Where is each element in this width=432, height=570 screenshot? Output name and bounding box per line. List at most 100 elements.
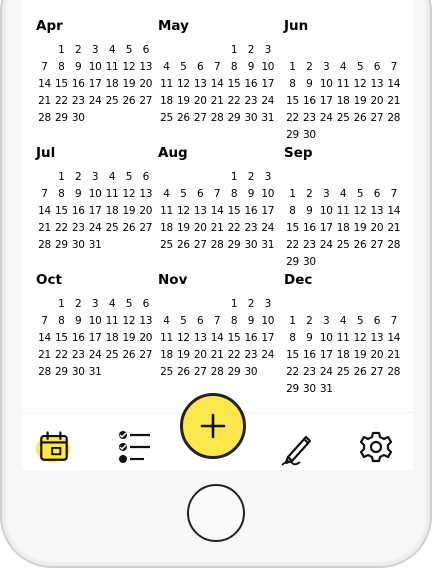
day-cell[interactable]: 26: [352, 237, 369, 254]
day-cell[interactable]: 28: [36, 110, 53, 127]
day-cell[interactable]: 26: [120, 220, 137, 237]
day-cell[interactable]: 21: [209, 93, 226, 110]
day-cell[interactable]: 9: [70, 313, 87, 330]
day-cell[interactable]: 30: [70, 364, 87, 381]
day-cell[interactable]: 2: [301, 186, 318, 203]
day-cell[interactable]: 10: [259, 59, 276, 76]
day-cell[interactable]: 13: [137, 59, 154, 76]
day-cell[interactable]: 15: [53, 76, 70, 93]
day-cell[interactable]: 10: [87, 186, 104, 203]
day-cell[interactable]: 17: [259, 76, 276, 93]
day-cell[interactable]: 5: [175, 313, 192, 330]
day-cell[interactable]: 11: [335, 330, 352, 347]
day-cell[interactable]: 6: [368, 313, 385, 330]
day-cell[interactable]: 11: [158, 203, 175, 220]
day-cell[interactable]: 10: [259, 186, 276, 203]
day-cell[interactable]: 10: [318, 76, 335, 93]
day-cell[interactable]: 28: [209, 110, 226, 127]
day-cell[interactable]: 13: [137, 313, 154, 330]
day-cell[interactable]: 18: [104, 76, 121, 93]
day-cell[interactable]: 18: [335, 93, 352, 110]
day-cell[interactable]: 16: [242, 76, 259, 93]
day-cell[interactable]: 22: [284, 110, 301, 127]
tab-tasks[interactable]: [114, 427, 154, 467]
day-cell[interactable]: 16: [242, 203, 259, 220]
tab-settings[interactable]: [356, 427, 396, 467]
day-cell[interactable]: 26: [120, 93, 137, 110]
day-cell[interactable]: 12: [175, 203, 192, 220]
day-cell[interactable]: 23: [301, 364, 318, 381]
day-cell[interactable]: 6: [192, 59, 209, 76]
day-cell[interactable]: 24: [87, 93, 104, 110]
day-cell[interactable]: 26: [352, 364, 369, 381]
day-cell[interactable]: 8: [226, 313, 243, 330]
day-cell[interactable]: 5: [352, 186, 369, 203]
day-cell[interactable]: 8: [284, 330, 301, 347]
day-cell[interactable]: 29: [53, 110, 70, 127]
day-cell[interactable]: 23: [242, 347, 259, 364]
day-cell[interactable]: 17: [87, 203, 104, 220]
day-cell[interactable]: 15: [226, 203, 243, 220]
day-cell[interactable]: 4: [335, 313, 352, 330]
tab-notes[interactable]: [278, 427, 318, 467]
day-cell[interactable]: 23: [70, 93, 87, 110]
day-cell[interactable]: 29: [284, 381, 301, 398]
day-cell[interactable]: 27: [192, 364, 209, 381]
day-cell[interactable]: 19: [352, 347, 369, 364]
day-cell[interactable]: 21: [209, 347, 226, 364]
day-cell[interactable]: 18: [335, 347, 352, 364]
day-cell[interactable]: 28: [36, 237, 53, 254]
day-cell[interactable]: 1: [284, 313, 301, 330]
day-cell[interactable]: 30: [242, 110, 259, 127]
day-cell[interactable]: 29: [53, 237, 70, 254]
day-cell[interactable]: 30: [301, 254, 318, 271]
day-cell[interactable]: 29: [226, 237, 243, 254]
day-cell[interactable]: 17: [318, 220, 335, 237]
day-cell[interactable]: 2: [70, 42, 87, 59]
day-cell[interactable]: 11: [158, 330, 175, 347]
day-cell[interactable]: 16: [242, 330, 259, 347]
day-cell[interactable]: 18: [158, 93, 175, 110]
day-cell[interactable]: 31: [318, 381, 335, 398]
day-cell[interactable]: 28: [385, 237, 402, 254]
day-cell[interactable]: 7: [36, 59, 53, 76]
day-cell[interactable]: 31: [259, 110, 276, 127]
day-cell[interactable]: 31: [259, 237, 276, 254]
day-cell[interactable]: 27: [137, 220, 154, 237]
day-cell[interactable]: 19: [352, 93, 369, 110]
day-cell[interactable]: 20: [368, 347, 385, 364]
day-cell[interactable]: 8: [53, 186, 70, 203]
day-cell[interactable]: 6: [368, 59, 385, 76]
day-cell[interactable]: 26: [175, 237, 192, 254]
day-cell[interactable]: 30: [301, 381, 318, 398]
day-cell[interactable]: 13: [192, 76, 209, 93]
day-cell[interactable]: 1: [284, 59, 301, 76]
day-cell[interactable]: 8: [53, 59, 70, 76]
day-cell[interactable]: 4: [158, 186, 175, 203]
day-cell[interactable]: 24: [318, 110, 335, 127]
day-cell[interactable]: 10: [259, 313, 276, 330]
day-cell[interactable]: 5: [352, 59, 369, 76]
day-cell[interactable]: 29: [53, 364, 70, 381]
day-cell[interactable]: 5: [120, 296, 137, 313]
day-cell[interactable]: 14: [209, 76, 226, 93]
day-cell[interactable]: 12: [120, 186, 137, 203]
day-cell[interactable]: 7: [385, 186, 402, 203]
day-cell[interactable]: 15: [226, 76, 243, 93]
day-cell[interactable]: 6: [137, 296, 154, 313]
day-cell[interactable]: 24: [318, 364, 335, 381]
day-cell[interactable]: 26: [175, 364, 192, 381]
day-cell[interactable]: 8: [226, 59, 243, 76]
day-cell[interactable]: 1: [53, 42, 70, 59]
day-cell[interactable]: 7: [209, 313, 226, 330]
day-cell[interactable]: 16: [70, 330, 87, 347]
day-cell[interactable]: 25: [158, 364, 175, 381]
day-cell[interactable]: 13: [137, 186, 154, 203]
day-cell[interactable]: 29: [226, 364, 243, 381]
day-cell[interactable]: 19: [352, 220, 369, 237]
day-cell[interactable]: 14: [385, 330, 402, 347]
day-cell[interactable]: 24: [259, 347, 276, 364]
day-cell[interactable]: 16: [301, 220, 318, 237]
day-cell[interactable]: 15: [226, 330, 243, 347]
day-cell[interactable]: 2: [70, 169, 87, 186]
